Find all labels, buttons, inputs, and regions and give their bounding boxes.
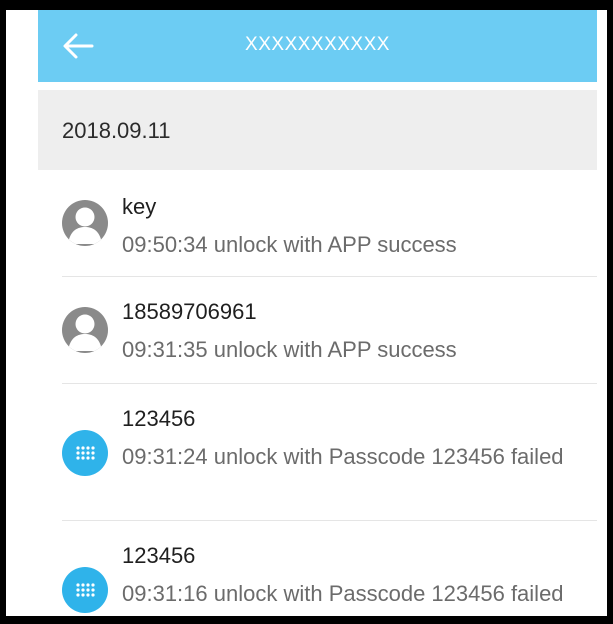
record-description: 09:31:24 unlock with Passcode 123456 fai… (122, 444, 564, 469)
top-app-bar: XXXXXXXXXXX (38, 10, 597, 82)
list-item[interactable]: key 09:50:34 unlock with APP success (38, 170, 597, 277)
date-label: 2018.09.11 (62, 118, 171, 143)
user-avatar-icon (62, 307, 108, 353)
record-description: 09:50:34 unlock with APP success (122, 232, 457, 257)
keypad-icon (62, 567, 108, 613)
frame-border-top (0, 0, 613, 10)
app-screen: XXXXXXXXXXX 2018.09.11 key 09:50:34 unlo… (38, 10, 597, 616)
list-item[interactable]: 18589706961 09:31:35 unlock with APP suc… (38, 277, 597, 384)
list-item[interactable]: 123456 09:31:24 unlock with Passcode 123… (38, 384, 597, 521)
record-name: 123456 (122, 543, 196, 568)
keypad-icon (62, 430, 108, 476)
record-name: 123456 (122, 406, 196, 431)
frame-border-bottom (0, 616, 613, 624)
frame-border-left (0, 0, 6, 624)
unlock-records-list: key 09:50:34 unlock with APP success 185… (38, 170, 597, 616)
date-section-header: 2018.09.11 (38, 90, 597, 170)
list-item[interactable]: 123456 09:31:16 unlock with Passcode 123… (38, 521, 597, 616)
page-title: XXXXXXXXXXX (245, 34, 390, 55)
user-avatar-icon (62, 200, 108, 246)
record-name: key (122, 194, 157, 219)
record-name: 18589706961 (122, 299, 257, 324)
screenshot-frame: XXXXXXXXXXX 2018.09.11 key 09:50:34 unlo… (0, 0, 613, 624)
record-description: 09:31:16 unlock with Passcode 123456 fai… (122, 581, 564, 606)
frame-border-right (607, 0, 613, 624)
record-description: 09:31:35 unlock with APP success (122, 337, 457, 362)
